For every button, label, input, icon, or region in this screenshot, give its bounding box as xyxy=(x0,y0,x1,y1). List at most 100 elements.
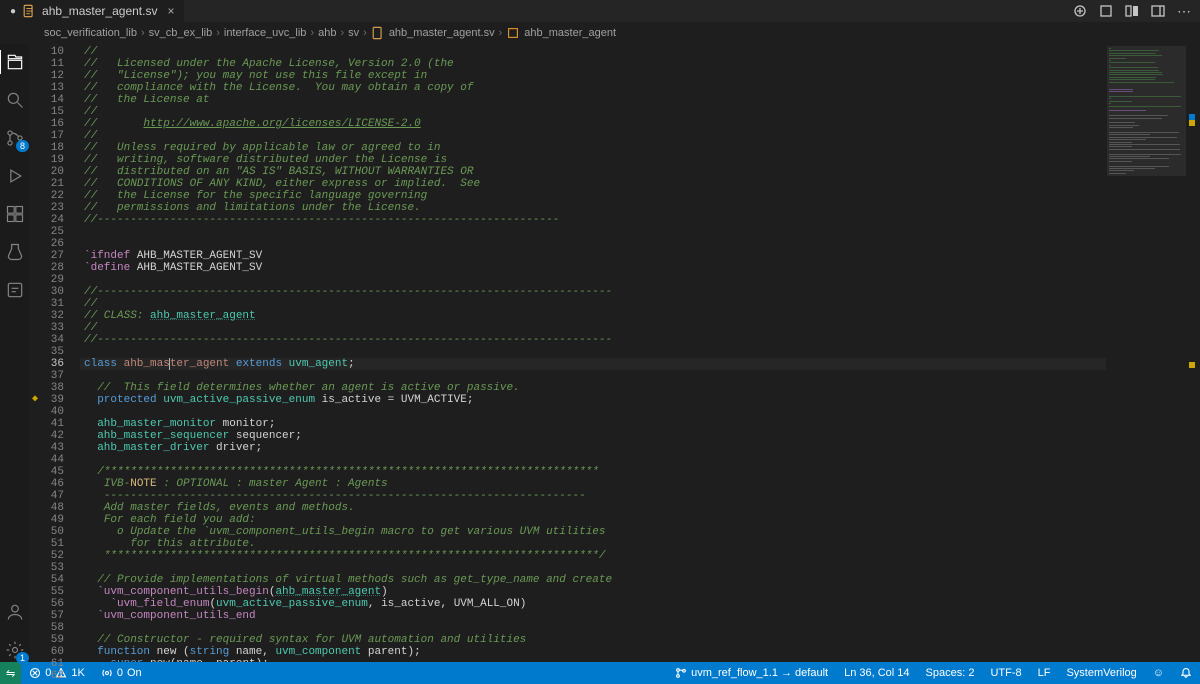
code-line[interactable]: class ahb_master_agent extends uvm_agent… xyxy=(80,358,1106,370)
search-activity-icon[interactable] xyxy=(3,88,27,112)
code-line[interactable]: // the License for the specific language… xyxy=(80,190,1106,202)
code-line[interactable]: o Update the `uvm_component_utils_begin … xyxy=(80,526,1106,538)
toggle-secondary-sidebar-icon[interactable] xyxy=(1150,3,1166,19)
code-line[interactable]: ----------------------------------------… xyxy=(80,490,1106,502)
split-editor-icon[interactable] xyxy=(1124,3,1140,19)
code-line[interactable]: // "License"); you may not use this file… xyxy=(80,70,1106,82)
code-line[interactable]: // xyxy=(80,298,1106,310)
code-line[interactable] xyxy=(80,370,1106,382)
source-control-activity-icon[interactable]: 8 xyxy=(3,126,27,150)
line-number: 39◆ xyxy=(30,394,80,406)
breadcrumb-item[interactable]: ahb xyxy=(318,27,336,39)
settings-activity-icon[interactable]: 1 xyxy=(3,638,27,662)
overview-ruler[interactable] xyxy=(1186,44,1200,662)
code-line[interactable]: // Provide implementations of virtual me… xyxy=(80,574,1106,586)
minimap-line xyxy=(1109,77,1156,78)
minimap[interactable] xyxy=(1106,44,1186,662)
token xyxy=(84,430,97,442)
code-line[interactable]: super.new(name, parent); xyxy=(80,658,1106,662)
code-line[interactable]: // CLASS: ahb_master_agent xyxy=(80,310,1106,322)
ports-status[interactable]: 0 On xyxy=(93,662,150,684)
code-line[interactable]: `uvm_component_utils_end xyxy=(80,610,1106,622)
code-line[interactable]: ahb_master_driver driver; xyxy=(80,442,1106,454)
code-line[interactable]: // permissions and limitations under the… xyxy=(80,202,1106,214)
code-line[interactable] xyxy=(80,274,1106,286)
code-editor[interactable]: //// Licensed under the Apache License, … xyxy=(80,44,1106,662)
code-line[interactable]: function new (string name, uvm_component… xyxy=(80,646,1106,658)
cursor-position-status[interactable]: Ln 36, Col 14 xyxy=(836,662,917,684)
breadcrumb-item[interactable]: interface_uvc_lib xyxy=(224,27,307,39)
encoding-status[interactable]: UTF-8 xyxy=(982,662,1029,684)
code-line[interactable]: `uvm_field_enum(uvm_active_passive_enum,… xyxy=(80,598,1106,610)
code-line[interactable] xyxy=(80,622,1106,634)
minimap-line xyxy=(1109,74,1163,75)
remote-indicator[interactable]: ⇋ xyxy=(0,662,21,684)
breadcrumb-item[interactable]: ahb_master_agent.sv xyxy=(389,27,495,39)
eol-status[interactable]: LF xyxy=(1030,662,1059,684)
code-line[interactable]: // writing, software distributed under t… xyxy=(80,154,1106,166)
editor-tab[interactable]: ● ahb_master_agent.sv × xyxy=(0,0,185,22)
code-line[interactable]: protected uvm_active_passive_enum is_act… xyxy=(80,394,1106,406)
code-line[interactable]: ****************************************… xyxy=(80,550,1106,562)
code-line[interactable]: // distributed on an "AS IS" BASIS, WITH… xyxy=(80,166,1106,178)
code-line[interactable] xyxy=(80,346,1106,358)
code-line[interactable]: // http://www.apache.org/licenses/LICENS… xyxy=(80,118,1106,130)
token: sequencer; xyxy=(229,430,302,442)
code-line[interactable]: `uvm_component_utils_begin(ahb_master_ag… xyxy=(80,586,1106,598)
breadcrumb-item[interactable]: soc_verification_lib xyxy=(44,27,137,39)
project-manager-activity-icon[interactable] xyxy=(3,278,27,302)
language-mode-status[interactable]: SystemVerilog xyxy=(1058,662,1144,684)
code-line[interactable]: // CONDITIONS OF ANY KIND, either expres… xyxy=(80,178,1106,190)
code-line[interactable] xyxy=(80,226,1106,238)
more-actions-button[interactable]: ⋯ xyxy=(1176,3,1192,19)
code-line[interactable]: For each field you add: xyxy=(80,514,1106,526)
token xyxy=(84,550,104,562)
code-line[interactable]: // Unless required by applicable law or … xyxy=(80,142,1106,154)
run-debug-activity-icon[interactable] xyxy=(3,164,27,188)
breadcrumb-item[interactable]: sv_cb_ex_lib xyxy=(149,27,213,39)
code-line[interactable] xyxy=(80,406,1106,418)
code-line[interactable]: //--------------------------------------… xyxy=(80,334,1106,346)
token xyxy=(84,514,104,526)
indentation-status[interactable]: Spaces: 2 xyxy=(918,662,983,684)
code-line[interactable]: for this attribute. xyxy=(80,538,1106,550)
breadcrumb[interactable]: soc_verification_lib›sv_cb_ex_lib›interf… xyxy=(0,22,1200,44)
code-line[interactable] xyxy=(80,562,1106,574)
code-line[interactable]: // xyxy=(80,46,1106,58)
minimap-line xyxy=(1109,65,1111,66)
accounts-activity-icon[interactable] xyxy=(3,600,27,624)
feedback-status[interactable]: ☺ xyxy=(1145,662,1172,684)
code-line[interactable]: // This field determines whether an agen… xyxy=(80,382,1106,394)
run-file-icon[interactable] xyxy=(1098,3,1114,19)
code-line[interactable]: // xyxy=(80,322,1106,334)
code-line[interactable]: Add master fields, events and methods. xyxy=(80,502,1106,514)
line-number: 30 xyxy=(30,286,80,298)
testing-activity-icon[interactable] xyxy=(3,240,27,264)
code-line[interactable]: // compliance with the License. You may … xyxy=(80,82,1106,94)
code-line[interactable]: `define AHB_MASTER_AGENT_SV xyxy=(80,262,1106,274)
code-line[interactable]: // the License at xyxy=(80,94,1106,106)
code-line[interactable]: ahb_master_sequencer sequencer; xyxy=(80,430,1106,442)
code-line[interactable] xyxy=(80,454,1106,466)
code-line[interactable]: // xyxy=(80,130,1106,142)
code-line[interactable]: ahb_master_monitor monitor; xyxy=(80,418,1106,430)
code-line[interactable]: //--------------------------------------… xyxy=(80,286,1106,298)
extensions-activity-icon[interactable] xyxy=(3,202,27,226)
bell-icon xyxy=(1180,667,1192,679)
code-line[interactable]: // Licensed under the Apache License, Ve… xyxy=(80,58,1106,70)
code-line[interactable]: /***************************************… xyxy=(80,466,1106,478)
notifications-status[interactable] xyxy=(1172,662,1200,684)
code-line[interactable] xyxy=(80,238,1106,250)
code-line[interactable]: // Constructor - required syntax for UVM… xyxy=(80,634,1106,646)
breadcrumb-item[interactable]: ahb_master_agent xyxy=(524,27,616,39)
explorer-activity-icon[interactable] xyxy=(3,50,27,74)
code-line[interactable]: //--------------------------------------… xyxy=(80,214,1106,226)
minimap-line xyxy=(1109,122,1135,123)
compare-changes-icon[interactable] xyxy=(1072,3,1088,19)
code-line[interactable]: `ifndef AHB_MASTER_AGENT_SV xyxy=(80,250,1106,262)
breadcrumb-item[interactable]: sv xyxy=(348,27,359,39)
git-branch-status[interactable]: uvm_ref_flow_1.1 → default xyxy=(667,662,836,684)
tab-close-button[interactable]: × xyxy=(167,5,174,17)
code-line[interactable]: IVB-NOTE : OPTIONAL : master Agent : Age… xyxy=(80,478,1106,490)
code-line[interactable]: // xyxy=(80,106,1106,118)
